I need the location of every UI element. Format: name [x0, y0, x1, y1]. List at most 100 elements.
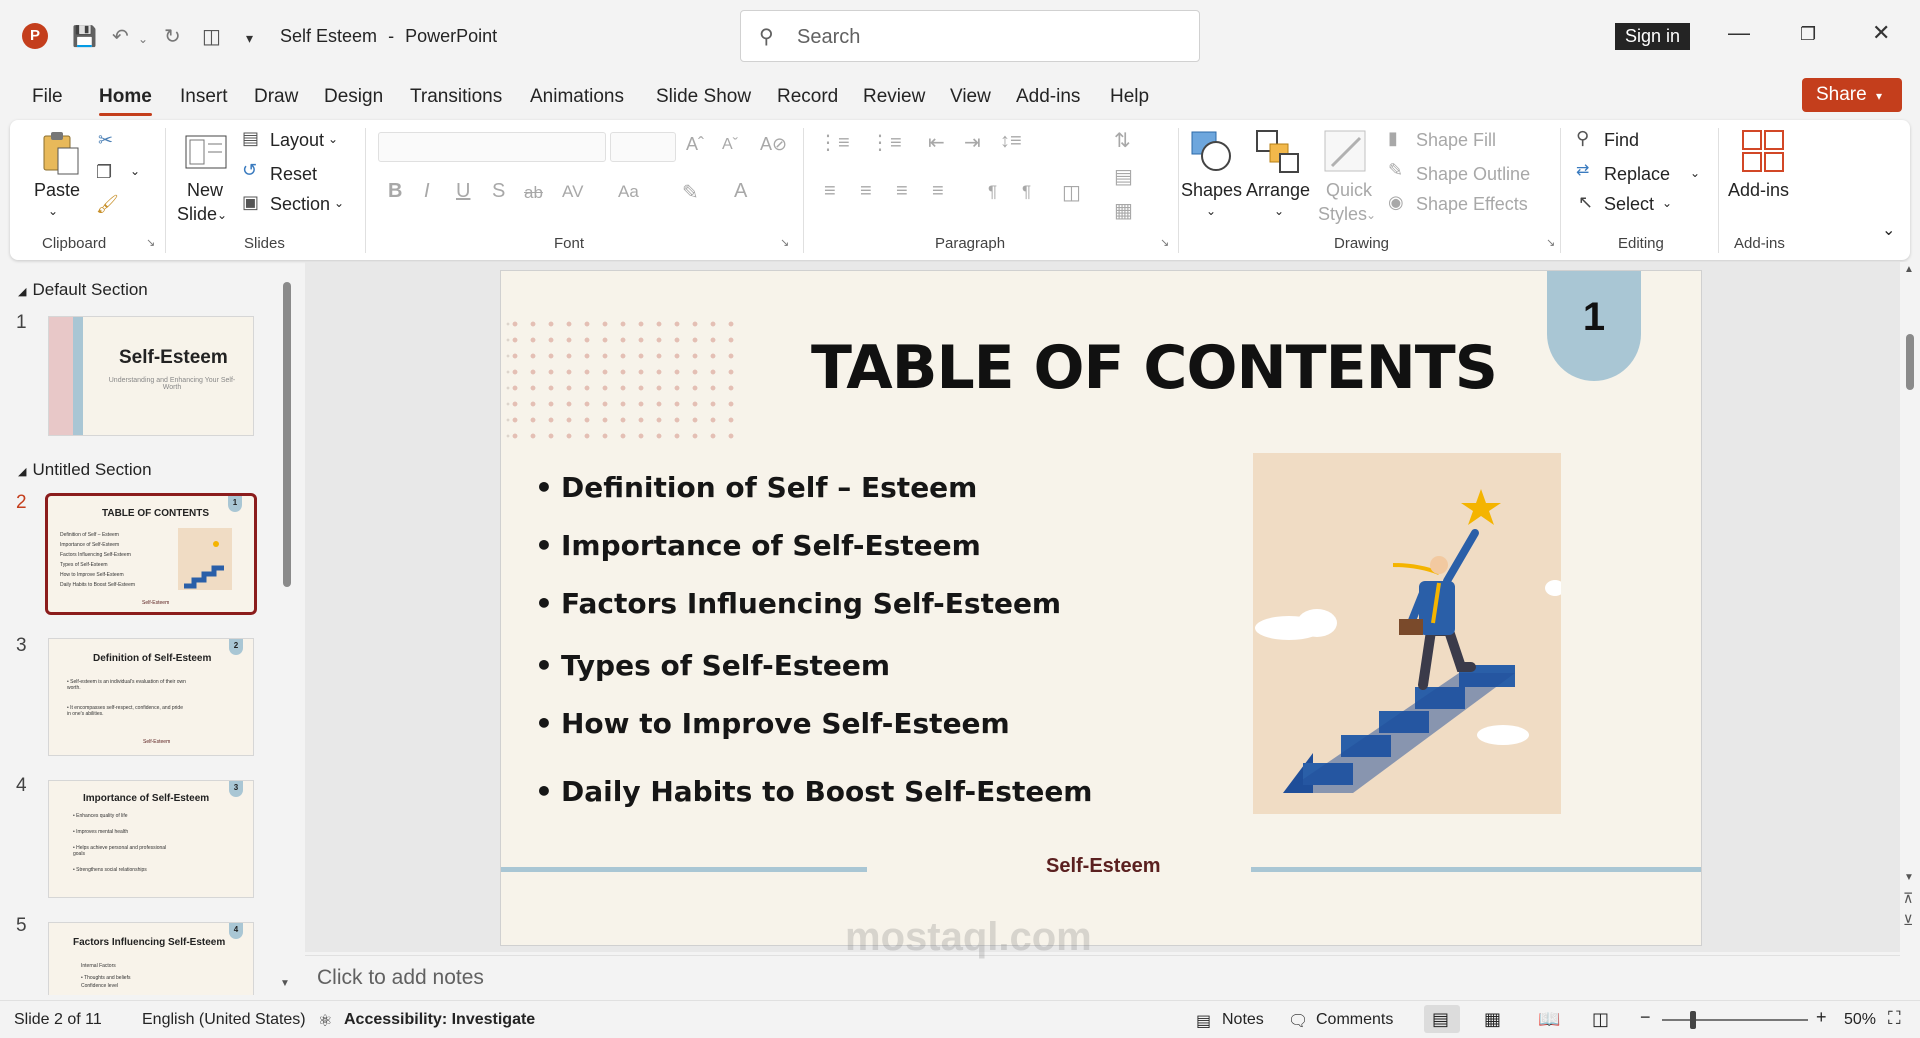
collapse-ribbon-icon[interactable]: ⌄	[1882, 220, 1895, 240]
search-input[interactable]: ⚲ Search	[740, 10, 1200, 62]
replace-icon[interactable]: ⇄	[1576, 160, 1589, 180]
zoom-in-icon[interactable]: +	[1816, 1007, 1827, 1028]
text-shadow-icon[interactable]: S	[492, 180, 505, 203]
cut-icon[interactable]: ✂	[98, 130, 113, 151]
undo-dropdown-icon[interactable]: ⌄	[138, 32, 148, 46]
copy-dropdown-icon[interactable]: ⌄	[130, 164, 140, 178]
shapes-button[interactable]: Shapes	[1181, 180, 1242, 201]
slide-number-badge[interactable]: 1	[1547, 271, 1641, 381]
align-right-icon[interactable]: ≡	[896, 180, 908, 203]
tab-design[interactable]: Design	[324, 86, 383, 108]
section-icon[interactable]: ▣	[242, 192, 259, 213]
decrease-indent-icon[interactable]: ⇤	[928, 130, 945, 155]
rtl-icon[interactable]: ¶	[1022, 182, 1031, 202]
slide-counter[interactable]: Slide 2 of 11	[14, 1011, 102, 1029]
layout-dropdown-icon[interactable]: ⌄	[328, 132, 338, 146]
shape-outline-button[interactable]: Shape Outline	[1416, 164, 1530, 185]
slide-vertical-scrollbar[interactable]: ▲ ▼ ⊼ ⊻	[1900, 262, 1920, 952]
slide-sorter-icon[interactable]: ▦	[1484, 1009, 1501, 1030]
notes-button[interactable]: Notes	[1222, 1011, 1264, 1029]
tab-record[interactable]: Record	[777, 86, 838, 108]
justify-icon[interactable]: ≡	[932, 180, 944, 203]
notes-pane[interactable]: Click to add notes	[305, 955, 1900, 997]
thumbnails-scrollbar[interactable]	[283, 282, 291, 587]
paste-button[interactable]: Paste	[34, 180, 80, 201]
font-launcher-icon[interactable]: ↘	[780, 236, 789, 249]
shape-effects-button[interactable]: Shape Effects	[1416, 194, 1528, 215]
font-color-icon[interactable]: A	[734, 180, 747, 203]
comments-button[interactable]: Comments	[1316, 1011, 1393, 1029]
smartart-icon[interactable]: ▦	[1114, 198, 1133, 223]
columns-icon[interactable]: ◫	[1062, 180, 1081, 205]
fit-to-window-icon[interactable]: ⛶	[1888, 1008, 1901, 1029]
redo-icon[interactable]: ↻	[164, 24, 181, 49]
quick-styles-label-1[interactable]: Quick	[1326, 180, 1372, 201]
shape-fill-icon[interactable]: ▮	[1388, 128, 1398, 149]
new-slide-label-1[interactable]: New	[187, 180, 223, 201]
format-painter-icon[interactable]: 🖌	[96, 194, 119, 215]
add-ins-icon[interactable]	[1740, 128, 1786, 174]
underline-icon[interactable]: U	[456, 180, 470, 203]
section-button[interactable]: Section	[270, 194, 330, 215]
character-spacing-icon[interactable]: AV	[562, 182, 583, 202]
tab-draw[interactable]: Draw	[254, 86, 298, 108]
highlight-icon[interactable]: ✎	[682, 180, 699, 205]
shape-effects-icon[interactable]: ◉	[1388, 192, 1404, 213]
drawing-launcher-icon[interactable]: ↘	[1546, 236, 1555, 249]
slide-thumbnail-3[interactable]: Definition of Self-Esteem 2 • Self-estee…	[48, 638, 254, 756]
success-stairs-illustration[interactable]	[1253, 453, 1561, 814]
bullets-icon[interactable]: ⋮≡	[818, 130, 850, 155]
arrange-dropdown-icon[interactable]: ⌄	[1274, 204, 1284, 218]
increase-font-icon[interactable]: Aˆ	[686, 134, 704, 155]
scroll-down-icon[interactable]: ▼	[280, 978, 290, 989]
slide-footer[interactable]: Self-Esteem	[1046, 855, 1161, 878]
reset-icon[interactable]: ↺	[242, 160, 257, 181]
section-header-untitled[interactable]: ◢ Untitled Section	[18, 460, 152, 480]
language-indicator[interactable]: English (United States)	[142, 1011, 306, 1029]
replace-dropdown-icon[interactable]: ⌄	[1690, 166, 1700, 180]
line-spacing-icon[interactable]: ↕≡	[1000, 130, 1022, 153]
customize-toolbar-icon[interactable]: ▾	[246, 30, 253, 47]
shapes-icon[interactable]	[1188, 128, 1234, 174]
quick-styles-icon[interactable]	[1322, 128, 1368, 174]
slide-thumbnail-5[interactable]: Factors Influencing Self-Esteem 4 Intern…	[48, 922, 254, 995]
slide-thumbnail-4[interactable]: Importance of Self-Esteem 3 • Enhances q…	[48, 780, 254, 898]
tab-home[interactable]: Home	[99, 86, 152, 116]
close-icon[interactable]: ✕	[1872, 20, 1890, 46]
zoom-slider-thumb[interactable]	[1690, 1011, 1696, 1029]
increase-indent-icon[interactable]: ⇥	[964, 130, 981, 155]
tab-file[interactable]: File	[32, 86, 63, 108]
align-left-icon[interactable]: ≡	[824, 180, 836, 203]
section-dropdown-icon[interactable]: ⌄	[334, 196, 344, 210]
present-icon[interactable]: ◫	[202, 24, 221, 49]
undo-icon[interactable]: ↶	[112, 24, 129, 49]
slide-thumbnail-1[interactable]: Self-Esteem Understanding and Enhancing …	[48, 316, 254, 436]
paste-dropdown-icon[interactable]: ⌄	[48, 204, 58, 218]
tab-review[interactable]: Review	[863, 86, 925, 108]
current-slide[interactable]: TABLE OF CONTENTS 1 Definition of Self –…	[500, 270, 1702, 946]
tab-insert[interactable]: Insert	[180, 86, 228, 108]
shape-outline-icon[interactable]: ✎	[1388, 160, 1403, 181]
minimize-icon[interactable]: —	[1728, 20, 1750, 46]
accessibility-status[interactable]: Accessibility: Investigate	[344, 1011, 535, 1029]
zoom-level[interactable]: 50%	[1844, 1011, 1876, 1029]
tab-transitions[interactable]: Transitions	[410, 86, 502, 108]
zoom-slider[interactable]	[1662, 1019, 1808, 1021]
new-slide-label-2[interactable]: Slide	[177, 204, 217, 225]
tab-view[interactable]: View	[950, 86, 991, 108]
arrange-button[interactable]: Arrange	[1246, 180, 1310, 201]
change-case-icon[interactable]: Aa	[618, 182, 639, 202]
previous-slide-icon[interactable]: ⊼	[1903, 890, 1913, 907]
replace-button[interactable]: Replace	[1604, 164, 1670, 185]
shapes-dropdown-icon[interactable]: ⌄	[1206, 204, 1216, 218]
new-slide-dropdown-icon[interactable]: ⌄	[217, 208, 227, 222]
sign-in-button[interactable]: Sign in	[1615, 23, 1691, 50]
restore-icon[interactable]: ❐	[1800, 24, 1816, 45]
tab-help[interactable]: Help	[1110, 86, 1149, 108]
select-button[interactable]: Select	[1604, 194, 1654, 215]
quick-styles-label-2[interactable]: Styles	[1318, 204, 1367, 225]
section-header-default[interactable]: ◢ Default Section	[18, 280, 148, 300]
align-text-icon[interactable]: ▤	[1114, 164, 1133, 189]
share-button[interactable]: Share ▾	[1802, 78, 1902, 112]
add-ins-button[interactable]: Add-ins	[1728, 180, 1789, 201]
